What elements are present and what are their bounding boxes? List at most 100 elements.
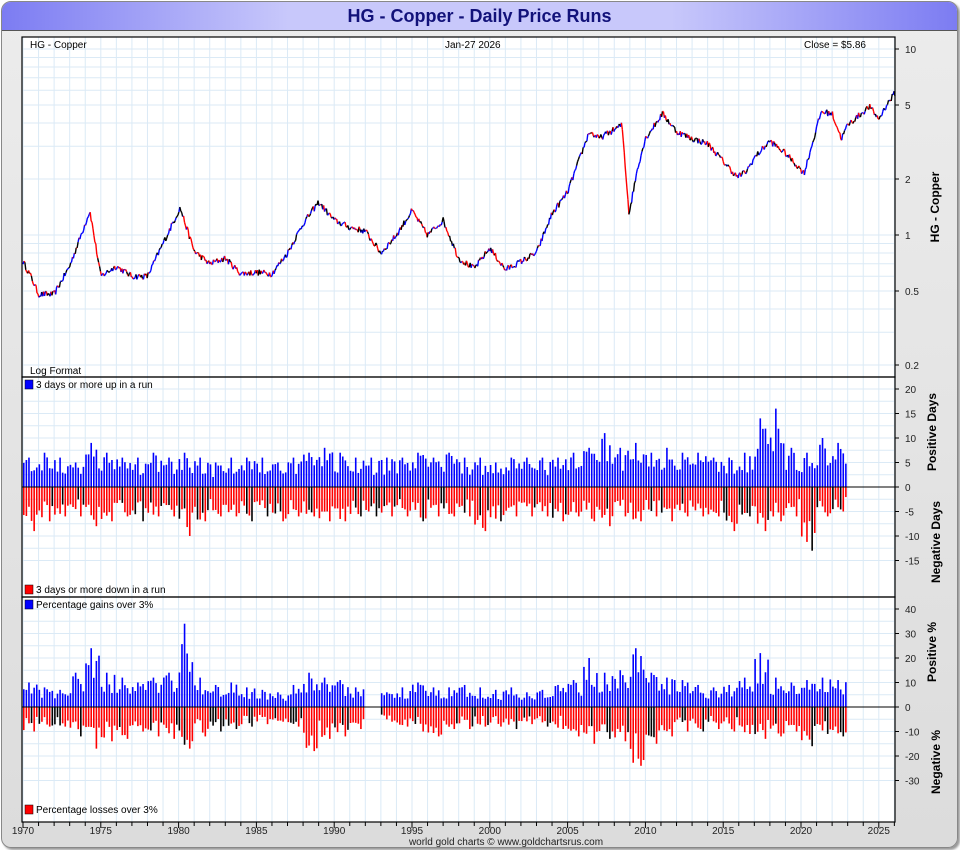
price-line-segment xyxy=(561,197,564,200)
price-line-segment xyxy=(448,235,452,242)
price-line-segment xyxy=(131,276,134,280)
price-line-segment xyxy=(491,249,495,254)
price-line-segment xyxy=(443,221,446,228)
price-line-segment xyxy=(329,213,332,218)
price-line-segment xyxy=(353,227,356,230)
price-line-segment xyxy=(639,155,642,162)
price-line-segment xyxy=(90,220,93,223)
price-line-segment xyxy=(575,165,578,170)
price-line-segment xyxy=(413,212,416,215)
price-line-segment xyxy=(455,255,458,258)
price-line-segment xyxy=(182,215,186,223)
x-tick-label: 2000 xyxy=(479,826,502,837)
price-line-segment xyxy=(367,233,371,239)
price-line-segment xyxy=(183,222,187,226)
price-line-segment xyxy=(442,217,445,222)
price-line-segment xyxy=(68,262,72,268)
positive-percent-axis-title: Positive % xyxy=(925,622,939,682)
price-line-segment xyxy=(125,271,129,275)
price-line-segment xyxy=(732,173,736,177)
x-tick-label: 1970 xyxy=(12,826,35,837)
y-tick-label: 1 xyxy=(905,231,911,242)
price-line-segment xyxy=(313,205,316,212)
price-line-segment xyxy=(68,266,71,269)
chart-area: HG - Copper Jan-27 2026 Close = $5.86 Log F… xyxy=(12,36,943,847)
price-line-segment xyxy=(222,257,225,263)
price-line-segment xyxy=(219,260,222,263)
price-line-segment xyxy=(568,182,571,187)
price-line-segment xyxy=(751,159,754,165)
price-line-segment xyxy=(586,133,589,142)
legend-gains: Percentage gains over 3% xyxy=(36,600,153,611)
price-line-segment xyxy=(881,111,884,116)
price-line-segment xyxy=(133,277,136,280)
y-tick-label: 5 xyxy=(905,101,911,112)
price-line-segment xyxy=(722,161,725,165)
price-line-segment xyxy=(89,212,92,222)
price-line-segment xyxy=(30,275,34,282)
y-tick-label: 10 xyxy=(905,434,917,445)
price-line-segment xyxy=(602,134,605,140)
price-line-segment xyxy=(192,247,195,251)
price-line-segment xyxy=(508,265,512,270)
y-tick-label: 20 xyxy=(905,654,917,665)
price-line-segment xyxy=(524,257,527,261)
close-price-label: Close = $5.86 xyxy=(804,40,866,51)
price-line-segment xyxy=(643,141,646,148)
price-line-segment xyxy=(270,274,273,278)
price-line-segment xyxy=(669,123,672,126)
x-tick-label: 2010 xyxy=(634,826,657,837)
price-line-segment xyxy=(85,217,89,223)
price-line-segment xyxy=(831,111,835,120)
price-line-segment xyxy=(177,211,180,216)
price-line-segment xyxy=(76,241,79,248)
x-tick-label: 2005 xyxy=(556,826,579,837)
y-tick-label: -10 xyxy=(905,532,920,543)
price-line-segment xyxy=(810,145,813,149)
price-line-segment xyxy=(282,256,286,261)
price-line-segment xyxy=(792,161,795,164)
price-line-segment xyxy=(395,235,397,238)
price-line-segment xyxy=(773,141,776,144)
price-line-segment xyxy=(56,285,60,288)
price-line-segment xyxy=(407,215,411,219)
price-line-segment xyxy=(86,216,89,219)
price-line-segment xyxy=(82,229,85,234)
y-tick-label: 10 xyxy=(905,679,917,690)
price-line-segment xyxy=(54,287,58,295)
price-line-segment xyxy=(600,134,603,138)
price-line-segment xyxy=(808,151,811,159)
price-line-segment xyxy=(807,157,810,160)
price-line-segment xyxy=(80,232,83,236)
price-line-segment xyxy=(23,260,26,263)
price-line-segment xyxy=(93,235,96,243)
price-line-segment xyxy=(380,250,384,255)
price-line-segment xyxy=(748,163,751,167)
price-line-segment xyxy=(358,226,361,230)
price-line-segment xyxy=(160,243,163,248)
price-line-segment xyxy=(761,145,764,148)
price-line-segment xyxy=(43,291,47,297)
y-tick-label: 10 xyxy=(905,45,917,56)
price-line-segment xyxy=(843,128,847,131)
price-line-segment xyxy=(777,146,780,150)
price-line-segment xyxy=(628,210,631,215)
price-line-segment xyxy=(603,133,606,136)
price-line-segment xyxy=(534,250,538,254)
price-line-segment xyxy=(34,284,37,286)
price-line-segment xyxy=(554,209,557,213)
price-line-segment xyxy=(837,129,840,133)
price-line-segment xyxy=(174,217,177,221)
price-line-segment xyxy=(285,255,288,258)
price-line-segment xyxy=(240,272,242,275)
price-line-segment xyxy=(835,125,838,128)
price-line-segment xyxy=(635,169,638,174)
price-line-segment xyxy=(94,241,97,245)
price-line-segment xyxy=(430,228,433,233)
price-line-segment xyxy=(305,216,308,219)
price-line-segment xyxy=(814,132,817,138)
price-line-segment xyxy=(150,264,153,271)
price-date-label: Jan-27 2026 xyxy=(445,40,501,51)
price-line-segment xyxy=(474,264,477,269)
price-line-segment xyxy=(648,130,652,134)
